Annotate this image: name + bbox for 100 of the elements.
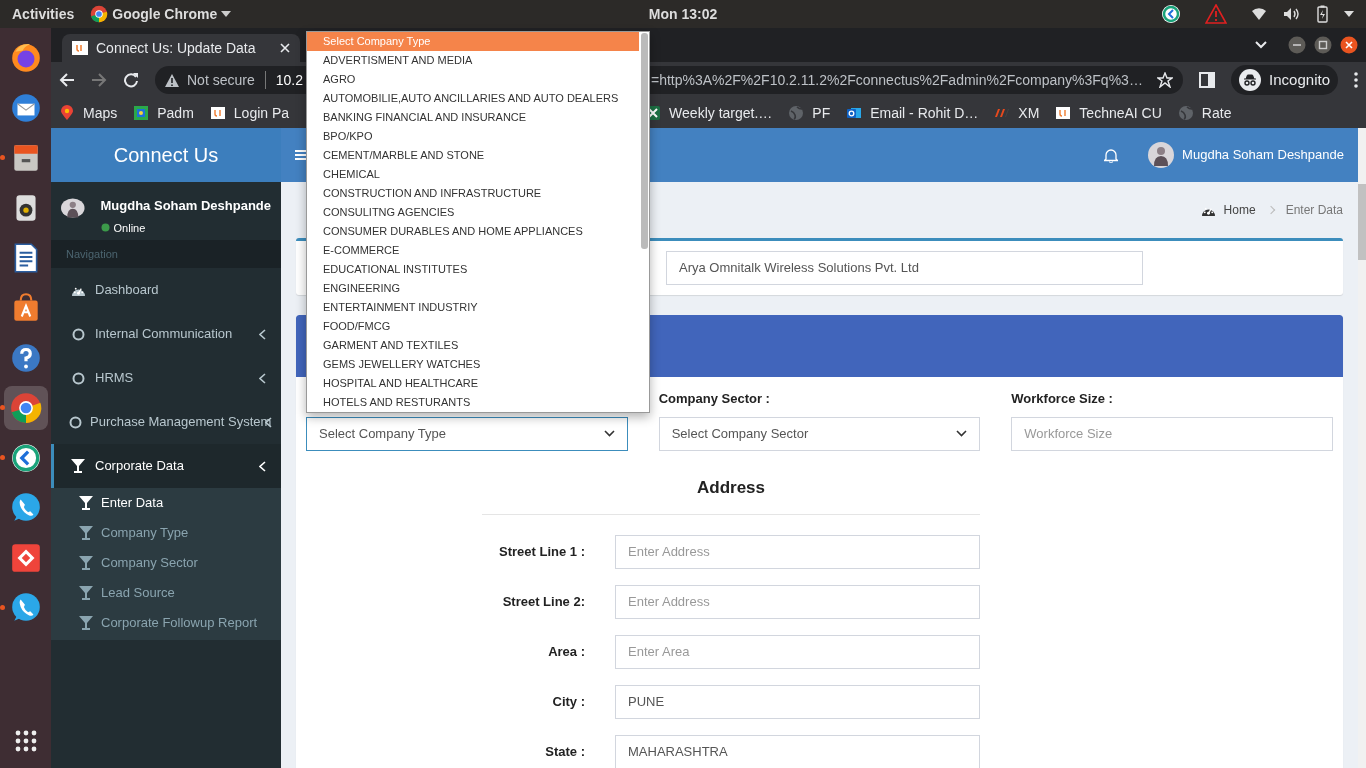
- status-dot-icon: [100, 223, 110, 233]
- user-name: Mugdha Soham Deshpande: [100, 197, 271, 215]
- minimize-icon[interactable]: [1288, 36, 1306, 54]
- input-field[interactable]: PUNE: [615, 685, 980, 719]
- dropdown-list[interactable]: [306, 31, 650, 413]
- reload-icon[interactable]: [123, 72, 139, 88]
- menu-item[interactable]: HRMS: [51, 356, 281, 400]
- activities-button[interactable]: Activities: [12, 3, 75, 25]
- submenu-item[interactable]: Company Type: [51, 518, 281, 548]
- map-pin-icon: [59, 105, 75, 121]
- breadcrumb-link[interactable]: Home: [1200, 201, 1256, 219]
- field-label: Street Line 1 :: [498, 543, 586, 562]
- submenu-item[interactable]: Company Sector: [51, 548, 281, 578]
- nav-header: Navigation: [66, 246, 118, 262]
- scrollbar-thumb[interactable]: [641, 33, 648, 249]
- filter-icon: [79, 616, 93, 630]
- breadcrumb-current: Enter Data: [1285, 202, 1343, 219]
- menu-item[interactable]: Corporate Data: [51, 444, 281, 488]
- scrollbar-thumb[interactable]: [1358, 184, 1366, 260]
- more-icon[interactable]: [1354, 72, 1358, 88]
- caret-icon[interactable]: [1344, 11, 1354, 17]
- bookmark[interactable]: Login Pa: [209, 102, 290, 124]
- dropdown-option[interactable]: ENTERTAINMENT INDUSTRIY: [307, 298, 639, 317]
- dropdown-option[interactable]: FOOD/FMCG: [307, 317, 639, 336]
- menu-item[interactable]: Internal Communication: [51, 312, 281, 356]
- dropdown-option[interactable]: BANKING FINANCIAL AND INSURANCE: [307, 108, 639, 127]
- company-name-field[interactable]: Arya Omnitalk Wireless Solutions Pvt. Ltd: [666, 251, 1143, 285]
- site-favicon-icon: [209, 105, 226, 121]
- close-icon[interactable]: [1340, 36, 1358, 54]
- clock[interactable]: Mon 13:02: [648, 3, 718, 25]
- battery-icon[interactable]: [1317, 5, 1328, 23]
- dropdown-option[interactable]: CEMENT/MARBLE AND STONE: [307, 146, 639, 165]
- globe-icon: [1177, 105, 1194, 121]
- filter-icon: [79, 526, 93, 540]
- wifi-icon[interactable]: [1251, 7, 1267, 21]
- dropdown-option[interactable]: AGRO: [307, 70, 639, 89]
- dropdown-option[interactable]: CONSTRUCTION AND INFRASTRUCTURE: [307, 184, 639, 203]
- dropdown-option[interactable]: HOSPITAL AND HEALTHCARE: [307, 374, 639, 393]
- dropdown-option[interactable]: GEMS JEWELLERY WATCHES: [307, 355, 639, 374]
- section-heading: Address: [697, 477, 765, 497]
- submenu-item[interactable]: Lead Source: [51, 578, 281, 608]
- chrome-logo-icon: [90, 5, 109, 23]
- user-status: Online: [113, 220, 146, 236]
- bookmark[interactable]: Email - Rohit D…: [846, 102, 979, 124]
- field-label: Area :: [547, 643, 586, 662]
- select-field[interactable]: Select Company Sector: [658, 416, 981, 451]
- filter-icon: [79, 556, 93, 570]
- submenu-item[interactable]: Enter Data: [51, 488, 281, 518]
- dropdown-option[interactable]: E-COMMERCE: [307, 241, 639, 260]
- dropdown-option[interactable]: BPO/KPO: [307, 127, 639, 146]
- bookmark[interactable]: XM: [994, 102, 1040, 124]
- field-label: Workforce Size :: [1011, 390, 1114, 408]
- field-label: Street Line 2:: [501, 593, 586, 612]
- menu-icon[interactable]: [295, 149, 307, 161]
- warning-icon: [165, 73, 179, 87]
- dropdown-option[interactable]: ENGINEERING: [307, 279, 639, 298]
- scrollbar[interactable]: [1358, 128, 1366, 768]
- browser-tab[interactable]: Connect Us: Update Data: [62, 34, 300, 62]
- user-menu[interactable]: Mugdha Soham Deshpande: [1148, 142, 1344, 168]
- circle-icon: [71, 327, 85, 341]
- dropdown-option[interactable]: GARMENT AND TEXTILES: [307, 336, 639, 355]
- brand-title: Connect Us: [113, 143, 219, 168]
- bookmark[interactable]: PF: [788, 102, 831, 124]
- dropdown-option[interactable]: CHEMICAL: [307, 165, 639, 184]
- globe-icon: [788, 105, 805, 121]
- dropdown-option[interactable]: CONSULITNG AGENCIES: [307, 203, 639, 222]
- bell-icon[interactable]: [1104, 147, 1119, 163]
- bookmark[interactable]: Rate: [1177, 102, 1232, 124]
- close-icon[interactable]: [280, 43, 290, 53]
- field-label: City :: [551, 693, 586, 712]
- sync-icon[interactable]: [1161, 4, 1181, 24]
- bookmark-star-icon[interactable]: [1157, 72, 1174, 88]
- input-field[interactable]: MAHARASHTRA: [615, 735, 980, 768]
- forward-icon: [91, 72, 107, 88]
- select-field[interactable]: Select Company Type: [306, 416, 628, 451]
- menu-item[interactable]: Dashboard: [51, 268, 281, 312]
- circle-icon: [69, 415, 82, 429]
- filter-icon: [79, 586, 93, 600]
- app-grid-icon[interactable]: [14, 730, 37, 752]
- submenu-item[interactable]: Corporate Followup Report: [51, 608, 281, 638]
- chevron-down-icon: [956, 430, 968, 437]
- bookmark[interactable]: Maps: [59, 102, 118, 124]
- back-icon[interactable]: [59, 72, 75, 88]
- side-panel-icon[interactable]: [1199, 72, 1216, 88]
- chevron-down-icon[interactable]: [1254, 40, 1268, 50]
- chevron-down-icon: [603, 430, 615, 437]
- volume-icon[interactable]: [1283, 7, 1301, 21]
- maximize-icon[interactable]: [1314, 36, 1332, 54]
- bookmark[interactable]: Padm: [133, 102, 194, 124]
- bookmark[interactable]: TechneAI CU: [1055, 102, 1162, 124]
- dropdown-option[interactable]: EDUCATIONAL INSTITUTES: [307, 260, 639, 279]
- filter-icon: [71, 459, 85, 473]
- profile-chip[interactable]: Incognito: [1231, 65, 1338, 95]
- dropdown-option[interactable]: HOTELS AND RESTURANTS: [307, 393, 639, 412]
- warning-icon[interactable]: [1205, 4, 1227, 24]
- site-favicon-icon: [1055, 105, 1072, 121]
- dropdown-option[interactable]: CONSUMER DURABLES AND HOME APPLIANCES: [307, 222, 639, 241]
- mail-icon: [846, 105, 863, 121]
- app-menu[interactable]: Google Chrome: [90, 3, 232, 25]
- caret-icon: [221, 11, 232, 17]
